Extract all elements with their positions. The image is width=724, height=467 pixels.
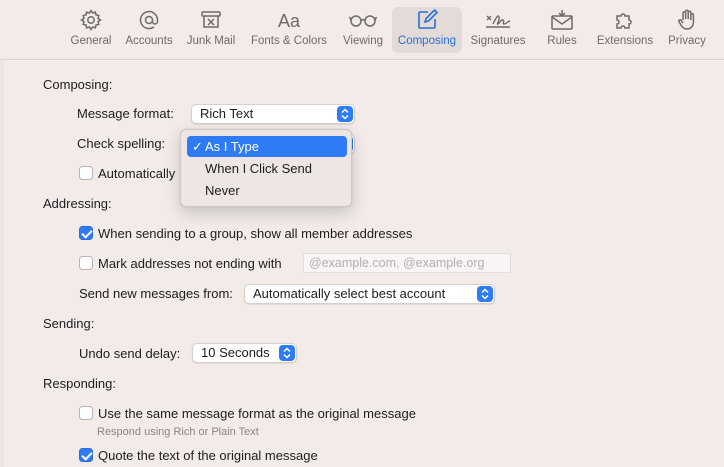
svg-text:Aa: Aa <box>278 11 301 31</box>
same-format-checkbox[interactable] <box>79 406 93 420</box>
automatically-label: Automatically <box>98 166 176 181</box>
glasses-icon <box>348 7 378 33</box>
rules-icon <box>549 7 575 33</box>
compose-icon <box>415 7 439 33</box>
hand-icon <box>675 7 699 33</box>
check-spelling-menu: ✓ As I Type When I Click Send Never <box>180 129 352 207</box>
undo-send-label: Undo send delay: <box>79 346 181 361</box>
show-all-members-checkbox[interactable] <box>79 226 93 240</box>
mark-addresses-checkbox[interactable] <box>79 256 93 270</box>
stepper-arrows-icon <box>337 106 353 122</box>
section-heading-addressing: Addressing: <box>43 196 112 211</box>
tab-label: General <box>70 35 112 47</box>
send-from-popup[interactable]: Automatically select best account <box>244 284 495 304</box>
window-edge <box>0 0 4 467</box>
junk-mail-icon <box>199 7 223 33</box>
tab-label: Signatures <box>470 35 526 47</box>
tab-label: Extensions <box>596 35 654 47</box>
message-format-label: Message format: <box>77 106 174 121</box>
mark-addresses-label: Mark addresses not ending with <box>98 256 282 271</box>
tab-label: Privacy <box>668 35 706 47</box>
domains-placeholder: @example.com, @example.org <box>309 256 485 270</box>
tab-viewing[interactable]: Viewing <box>338 7 388 53</box>
fonts-icon: Aa <box>275 7 303 33</box>
section-heading-responding: Responding: <box>43 376 116 391</box>
puzzle-icon <box>613 7 637 33</box>
send-from-label: Send new messages from: <box>79 286 233 301</box>
checkmark-icon: ✓ <box>192 139 203 154</box>
tab-composing[interactable]: Composing <box>392 7 462 53</box>
tab-junk-mail[interactable]: Junk Mail <box>184 7 238 53</box>
menu-item-when-i-click-send[interactable]: When I Click Send <box>187 158 347 179</box>
same-format-label: Use the same message format as the origi… <box>98 406 416 421</box>
section-heading-sending: Sending: <box>43 316 95 331</box>
quote-text-label: Quote the text of the original message <box>98 448 318 463</box>
tab-privacy[interactable]: Privacy <box>664 7 710 53</box>
gear-icon <box>79 7 103 33</box>
stepper-arrows-icon <box>279 345 295 361</box>
tab-extensions[interactable]: Extensions <box>594 7 656 53</box>
at-icon <box>137 7 161 33</box>
undo-send-popup[interactable]: 10 Seconds <box>192 343 297 363</box>
quote-text-checkbox[interactable] <box>79 448 93 462</box>
message-format-popup[interactable]: Rich Text <box>191 104 355 124</box>
send-from-value: Automatically select best account <box>253 286 446 301</box>
undo-send-value: 10 Seconds <box>201 345 270 360</box>
tab-label: Rules <box>547 35 577 47</box>
menu-item-never[interactable]: Never <box>187 180 347 201</box>
tab-label: Fonts & Colors <box>250 35 328 47</box>
message-format-value: Rich Text <box>200 106 254 121</box>
tab-accounts[interactable]: Accounts <box>122 7 176 53</box>
tab-label: Viewing <box>342 35 384 47</box>
show-all-members-label: When sending to a group, show all member… <box>98 226 413 241</box>
signature-icon <box>483 7 513 33</box>
tab-rules[interactable]: Rules <box>540 7 584 53</box>
tab-fonts-colors[interactable]: Aa Fonts & Colors <box>248 7 330 53</box>
automatically-checkbox[interactable] <box>79 166 93 180</box>
same-format-hint: Respond using Rich or Plain Text <box>97 426 259 438</box>
domains-field[interactable]: @example.com, @example.org <box>303 253 511 273</box>
tab-label: Accounts <box>125 35 173 47</box>
stepper-arrows-icon <box>477 286 493 302</box>
section-heading-composing: Composing: <box>43 77 113 92</box>
tab-general[interactable]: General <box>66 7 116 53</box>
preferences-toolbar: General Accounts Junk Mail Aa Fonts & Co… <box>0 0 724 60</box>
check-spelling-label: Check spelling: <box>77 136 166 151</box>
menu-item-as-i-type[interactable]: ✓ As I Type <box>187 136 347 157</box>
tab-label: Junk Mail <box>186 35 236 47</box>
tab-label: Composing <box>397 35 457 47</box>
tab-signatures[interactable]: Signatures <box>468 7 528 53</box>
